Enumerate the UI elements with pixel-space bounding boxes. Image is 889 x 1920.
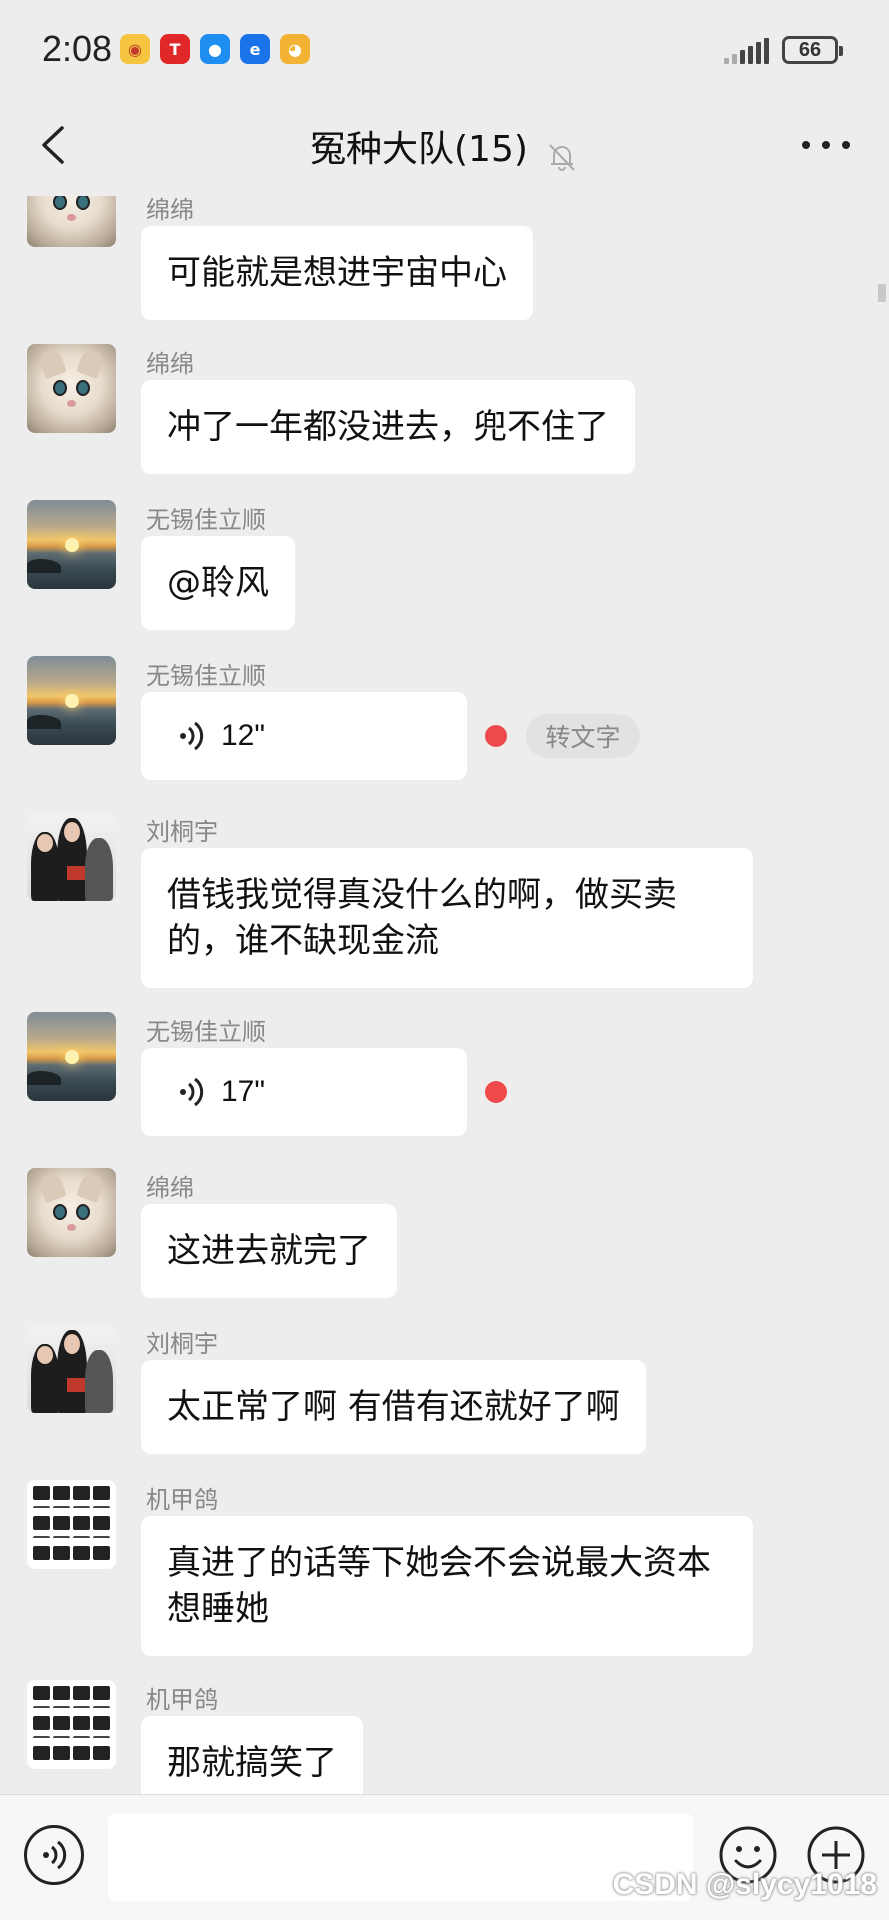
voice-message-bubble[interactable]: 17" xyxy=(141,1048,467,1136)
avatar[interactable] xyxy=(27,1480,116,1569)
battery-level: 66 xyxy=(798,38,822,61)
message-bubble[interactable]: 借钱我觉得真没什么的啊，做买卖的，谁不缺现金流 xyxy=(141,848,753,988)
browser-icon: e xyxy=(240,34,270,64)
list-item: 无锡佳立顺 12" 转文字 xyxy=(0,656,889,780)
list-item: 无锡佳立顺 @聆风 xyxy=(0,500,889,630)
dot-icon xyxy=(802,141,810,149)
dot-icon xyxy=(822,141,830,149)
chat-header: 冤种大队(15) xyxy=(0,100,889,196)
status-bar: 2:08 ◉ T ● e ◕ 66 xyxy=(0,0,889,100)
voice-duration: 12" xyxy=(221,719,266,752)
list-item: 无锡佳立顺 17" xyxy=(0,1012,889,1136)
chat-title: 冤种大队(15) xyxy=(310,129,528,170)
mute-bell-icon xyxy=(549,143,575,171)
voice-duration: 17" xyxy=(221,1075,266,1108)
voice-message-bubble[interactable]: 12" xyxy=(141,692,467,780)
notification-icons: ◉ T ● e ◕ xyxy=(120,34,310,64)
message-icon: ● xyxy=(200,34,230,64)
sender-name: 机甲鸽 xyxy=(146,1686,218,1714)
list-item: 刘桐宇 借钱我觉得真没什么的啊，做买卖的，谁不缺现金流 xyxy=(0,812,889,988)
game-icon: ◕ xyxy=(280,34,310,64)
sender-name: 绵绵 xyxy=(146,1174,194,1202)
input-bar: CSDN @slycy1018 xyxy=(0,1794,889,1920)
message-bubble[interactable]: 这进去就完了 xyxy=(141,1204,397,1298)
more-options-button[interactable] xyxy=(802,138,850,152)
sender-name: 绵绵 xyxy=(146,350,194,378)
avatar[interactable] xyxy=(27,1168,116,1257)
unread-dot xyxy=(485,1081,507,1103)
sender-name: 无锡佳立顺 xyxy=(146,506,266,534)
title-wrap: 冤种大队(15) xyxy=(0,120,889,174)
sender-name: 绵绵 xyxy=(146,196,194,224)
tesla-icon: T xyxy=(160,34,190,64)
status-time: 2:08 xyxy=(42,28,113,69)
voice-input-toggle[interactable] xyxy=(24,1825,84,1885)
unread-dot xyxy=(485,725,507,747)
voice-wave-icon xyxy=(43,1840,67,1870)
voice-wave-icon xyxy=(180,1077,204,1107)
avatar[interactable] xyxy=(27,344,116,433)
sender-name: 刘桐宇 xyxy=(146,818,218,846)
avatar[interactable] xyxy=(27,656,116,745)
battery-icon: 66 xyxy=(782,36,843,64)
watermark: CSDN @slycy1018 xyxy=(612,1868,877,1901)
avatar[interactable] xyxy=(27,1012,116,1101)
message-bubble[interactable]: 真进了的话等下她会不会说最大资本想睡她 xyxy=(141,1516,753,1656)
list-item: 刘桐宇 太正常了啊 有借有还就好了啊 xyxy=(0,1324,889,1454)
message-bubble[interactable]: 那就搞笑了 xyxy=(141,1716,363,1794)
sender-name: 无锡佳立顺 xyxy=(146,1018,266,1046)
list-item: 绵绵 冲了一年都没进去，兜不住了 xyxy=(0,344,889,474)
convert-to-text-button[interactable]: 转文字 xyxy=(526,714,640,758)
signal-icon xyxy=(724,34,769,64)
voice-wave-icon xyxy=(180,721,204,751)
weibo-icon: ◉ xyxy=(120,34,150,64)
message-bubble[interactable]: 可能就是想进宇宙中心 xyxy=(141,226,533,320)
list-item: 绵绵 这进去就完了 xyxy=(0,1168,889,1298)
avatar[interactable] xyxy=(27,500,116,589)
avatar[interactable] xyxy=(27,1680,116,1769)
avatar[interactable] xyxy=(27,812,116,901)
message-bubble[interactable]: 太正常了啊 有借有还就好了啊 xyxy=(141,1360,646,1454)
message-bubble[interactable]: @聆风 xyxy=(141,536,295,630)
avatar[interactable] xyxy=(27,1324,116,1413)
sender-name: 无锡佳立顺 xyxy=(146,662,266,690)
list-item: 绵绵 可能就是想进宇宙中心 xyxy=(0,196,889,320)
message-bubble[interactable]: 冲了一年都没进去，兜不住了 xyxy=(141,380,635,474)
chat-list[interactable]: 绵绵 可能就是想进宇宙中心 绵绵 冲了一年都没进去，兜不住了 无锡佳立顺 @聆风… xyxy=(0,196,889,1794)
sender-name: 刘桐宇 xyxy=(146,1330,218,1358)
avatar[interactable] xyxy=(27,196,116,247)
dot-icon xyxy=(842,141,850,149)
message-input[interactable] xyxy=(108,1813,693,1901)
sender-name: 机甲鸽 xyxy=(146,1486,218,1514)
